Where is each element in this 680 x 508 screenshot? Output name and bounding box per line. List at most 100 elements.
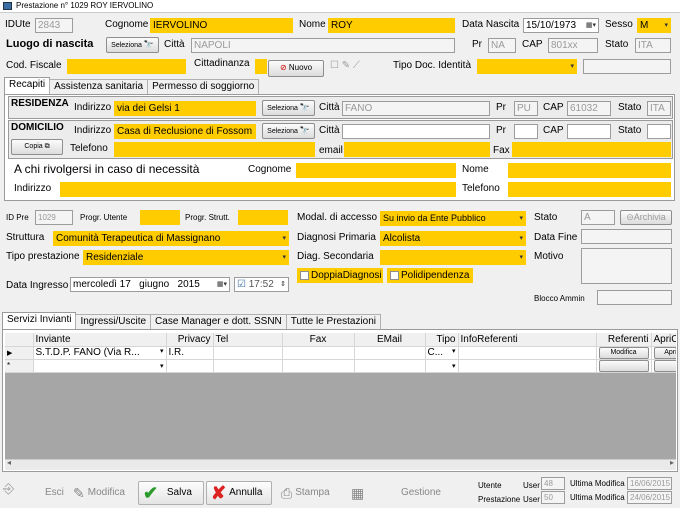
tab-servizi-invianti[interactable]: Servizi Invianti [2,312,77,329]
codice-fiscale-field[interactable] [67,59,186,74]
horizontal-scrollbar[interactable]: ◂ ▸ [5,458,676,470]
annulla-label: Annulla [229,487,263,498]
gestione-button[interactable]: ▦ Gestione [346,481,446,505]
apric-button[interactable]: ApriC [653,346,676,358]
nome-field[interactable]: ROY [328,18,455,33]
diagnosi-secondaria-label: Diag. Secondaria [297,251,374,262]
modifica-referenti-button[interactable]: Modifica [598,346,649,358]
copia-button[interactable]: Copia ⧉ [11,139,63,155]
col-inforeferenti[interactable]: InfoReferenti [458,333,597,347]
cittadinanza-label: Cittadinanza [194,58,250,69]
residenza-indirizzo-field[interactable]: via dei Gelsi 1 [114,101,256,116]
tipo-prestazione-select[interactable]: Residenziale ▾ [83,250,289,265]
window-title-bar: Prestazione n° 1029 ROY IERVOLINO [0,0,680,13]
scroll-right-icon[interactable]: ▸ [670,458,674,467]
salva-label: Salva [166,487,192,498]
emergenza-cognome-field[interactable] [296,163,456,178]
spinner-icon[interactable]: ⇕ [280,278,286,291]
data-ingresso-picker[interactable]: mercoledì 17 giugno 2015 ▦▾ [70,277,230,292]
ingresso-day: mercoledì 17 [73,279,131,290]
cell-inforeferenti[interactable] [458,346,597,360]
col-fax[interactable]: Fax [282,333,355,347]
domicilio-citta-field[interactable] [342,124,490,139]
polidipendenza-checkbox[interactable]: Polidipendenza [387,268,473,283]
emergenza-indirizzo-field[interactable] [60,182,456,197]
ora-ingresso-field[interactable]: ☑ 17:52 ⇕ [234,277,289,292]
doppia-diagnosi-checkbox[interactable]: DoppiaDiagnosi [297,268,383,283]
new-cell-fax[interactable] [282,359,355,373]
col-tipo[interactable]: Tipo [425,333,459,347]
scroll-left-icon[interactable]: ◂ [7,458,11,467]
new-apric-button[interactable] [653,359,676,371]
cittadinanza-field[interactable] [255,59,267,74]
calendar-dropdown-icon[interactable]: ▦▾ [217,278,227,291]
new-cell-inforeferenti[interactable] [458,359,597,373]
checkbox-icon[interactable]: ☑ [237,279,246,290]
new-cell-inviante[interactable]: ▾ [33,359,167,373]
tab-recapiti[interactable]: Recapiti [4,77,51,94]
new-cell-email[interactable] [354,359,426,373]
row-selector-icon[interactable]: ▶ [5,346,34,360]
col-referenti[interactable]: Referenti [596,333,652,347]
sesso-value: M [640,20,649,31]
invianti-table: Inviante Privacy Tel Fax EMail Tipo Info… [5,333,676,373]
cognome-field[interactable]: IERVOLINO [150,18,293,33]
diagnosi-secondaria-select[interactable]: ▾ [380,250,526,265]
new-cell-privacy[interactable] [166,359,214,373]
nuovo-button[interactable]: ⊘ Nuovo [268,60,324,77]
col-email[interactable]: EMail [354,333,426,347]
new-referenti-button[interactable] [598,359,649,371]
tab-ingressi-uscite[interactable]: Ingressi/Uscite [75,314,152,329]
domicilio-telefono-field[interactable] [114,142,315,157]
data-fine-label: Data Fine [534,232,578,243]
cell-inviante[interactable]: S.T.D.P. FANO (Via R... ▾ [33,346,167,360]
col-privacy[interactable]: Privacy [166,333,214,347]
fax-field[interactable] [512,142,671,157]
table-new-row[interactable]: * ▾ ▾ [5,359,676,373]
annulla-button[interactable]: ✘ Annulla [206,481,272,505]
stampa-button[interactable]: ⎙ Stampa [276,481,342,505]
domicilio-seleziona-button[interactable]: Seleziona 🔭 [262,123,315,139]
col-inviante[interactable]: Inviante [33,333,167,347]
table-row[interactable]: ▶ S.T.D.P. FANO (Via R... ▾ I.R. C... ▾ Mo… [5,346,676,360]
cell-tipo[interactable]: C... ▾ [425,346,459,360]
col-apric[interactable]: ApriC [651,333,676,347]
modifica-button[interactable]: ✎ Modifica [68,481,134,505]
new-cell-tipo[interactable]: ▾ [425,359,459,373]
email-field[interactable] [344,142,490,157]
tab-tutte-prestazioni[interactable]: Tutte le Prestazioni [285,314,382,329]
esci-button[interactable]: Esci [40,481,69,505]
archivia-button[interactable]: ⊝Archivia [620,210,672,225]
domicilio-cap-field[interactable] [567,124,611,139]
emergenza-nome-field[interactable] [508,163,671,178]
cognome-label: Cognome [105,19,149,30]
progr-strutt-field[interactable] [238,210,288,225]
residenza-seleziona-button[interactable]: Seleziona 🔭 [262,100,315,116]
emergenza-telefono-field[interactable] [508,182,671,197]
cell-email[interactable] [354,346,426,360]
seleziona-luogo-button[interactable]: Seleziona 🔭 [106,37,159,53]
new-cell-tel[interactable] [213,359,283,373]
cell-tel[interactable] [213,346,283,360]
sesso-select[interactable]: M ▾ [637,18,671,33]
tab-permesso[interactable]: Permesso di soggiorno [147,79,260,94]
cell-fax[interactable] [282,346,355,360]
progr-utente-field[interactable] [140,210,180,225]
accesso-select[interactable]: Su invio da Ente Pubblico ▾ [380,211,526,226]
col-tel[interactable]: Tel [213,333,283,347]
domicilio-stato-field[interactable] [647,124,671,139]
binoculars-icon: 🔭 [299,126,310,135]
struttura-select[interactable]: Comunità Terapeutica di Massignano ▾ [53,231,289,246]
tab-assistenza[interactable]: Assistenza sanitaria [49,79,149,94]
pr-label: Pr [472,39,482,50]
domicilio-pr-field[interactable] [514,124,538,139]
calendar-dropdown-icon[interactable]: ▦▾ [586,19,596,32]
diagnosi-primaria-select[interactable]: Alcolista ▾ [380,231,526,246]
cell-privacy[interactable]: I.R. [166,346,214,360]
tipo-doc-select[interactable]: ▾ [477,59,577,74]
salva-button[interactable]: ✔ Salva [138,481,204,505]
tab-case-manager[interactable]: Case Manager e dott. SSNN [150,314,287,329]
chevron-down-icon: ▾ [282,235,286,242]
data-nascita-picker[interactable]: 15/10/1973 ▦▾ [523,18,599,33]
domicilio-indirizzo-field[interactable]: Casa di Reclusione di Fossom [114,124,256,139]
